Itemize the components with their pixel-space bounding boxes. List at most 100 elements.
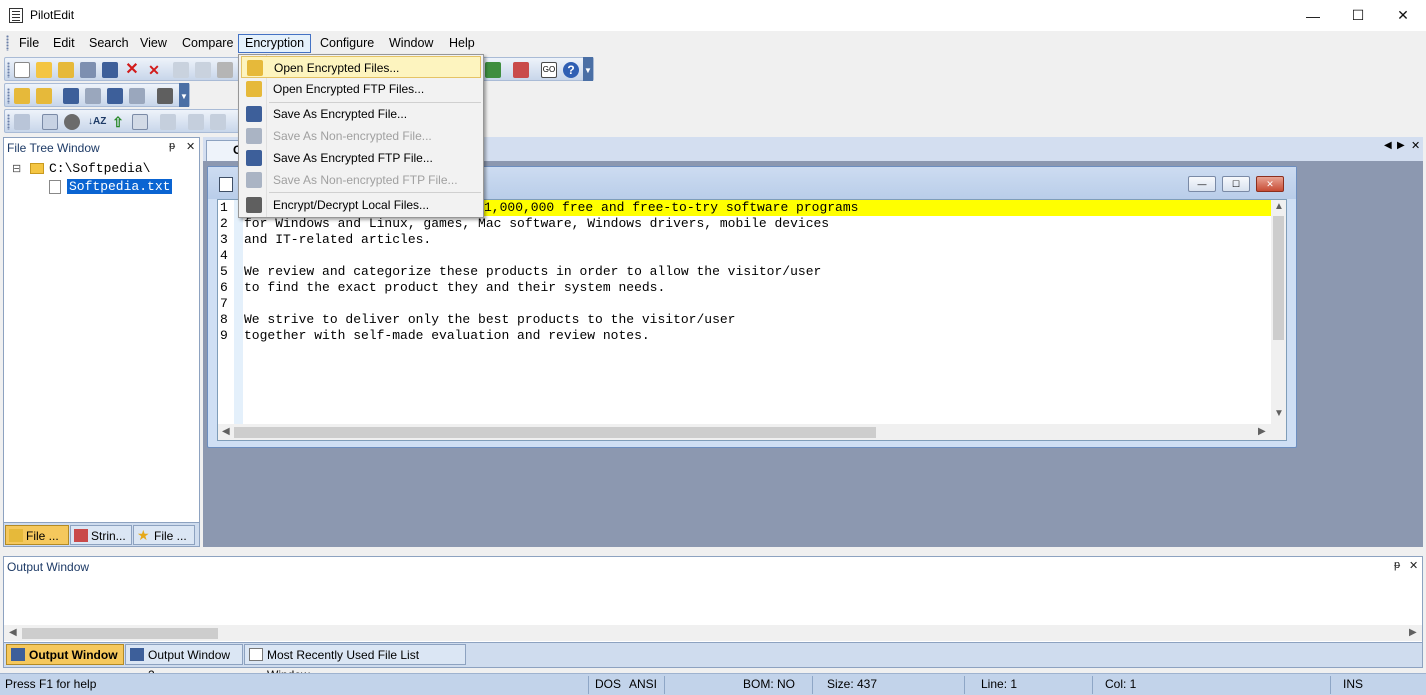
output-scroll-thumb[interactable]: [22, 628, 218, 639]
scroll-right-icon[interactable]: ▶: [1409, 627, 1417, 638]
scroll-up-icon[interactable]: ▲: [1274, 201, 1284, 212]
menu-open-encrypted-files[interactable]: Open Encrypted Files...: [241, 56, 481, 78]
code-line: We strive to deliver only the best produ…: [244, 312, 736, 327]
collapse-icon[interactable]: [210, 114, 226, 130]
redo-icon[interactable]: [195, 62, 211, 78]
panel-close-icon[interactable]: ✕: [1409, 559, 1418, 572]
toolbar-grip[interactable]: [7, 88, 10, 104]
new-window-icon[interactable]: [42, 114, 58, 130]
open-ftp-icon[interactable]: [58, 62, 74, 78]
toolbar-grip[interactable]: [7, 62, 10, 78]
tab-close-icon[interactable]: ✕: [1411, 139, 1420, 152]
open-folder-icon[interactable]: [36, 62, 52, 78]
panel-close-icon[interactable]: ✕: [186, 140, 195, 153]
save-icon[interactable]: [80, 62, 96, 78]
menu-encryption[interactable]: Encryption: [238, 34, 312, 53]
edit-toolbar: ↓AZ ⇧: [4, 109, 242, 133]
save-all-icon[interactable]: [102, 62, 118, 78]
save-encrypted-ftp-icon[interactable]: [107, 88, 123, 104]
minimize-button[interactable]: —: [1290, 0, 1336, 31]
column-mode-icon[interactable]: [132, 114, 148, 130]
zoom-icon[interactable]: [160, 114, 176, 130]
sort-az-icon[interactable]: ↓AZ: [88, 114, 106, 130]
tab-file-favorites[interactable]: ★ File ...: [133, 525, 195, 545]
status-separator: [964, 676, 965, 694]
undo-icon[interactable]: [173, 62, 189, 78]
pin-icon[interactable]: ᵽ: [1394, 559, 1400, 571]
scroll-down-icon[interactable]: ▼: [1274, 408, 1284, 419]
menu-help[interactable]: Help: [442, 34, 482, 53]
vertical-scroll-thumb[interactable]: [1273, 216, 1284, 340]
open-encrypted-ftp-icon[interactable]: [36, 88, 52, 104]
toolbar-overflow-icon[interactable]: ▼: [583, 57, 593, 81]
toolbar-overflow-icon[interactable]: ▼: [179, 83, 189, 107]
save-encrypted-icon[interactable]: [63, 88, 79, 104]
status-help-text: Press F1 for help: [5, 677, 97, 691]
toolbar-grip[interactable]: [7, 114, 10, 130]
menu-search[interactable]: Search: [82, 34, 136, 53]
status-line: Line: 1: [981, 677, 1018, 691]
menubar-grip[interactable]: [6, 35, 9, 51]
menu-compare[interactable]: Compare: [175, 34, 240, 53]
code-line: and IT-related articles.: [244, 232, 432, 247]
word-wrap-icon[interactable]: [14, 114, 30, 130]
mdi-minimize-button[interactable]: —: [1188, 176, 1216, 192]
menu-open-encrypted-ftp-files[interactable]: Open Encrypted FTP Files...: [241, 78, 481, 100]
settings-icon[interactable]: [64, 114, 80, 130]
menu-file[interactable]: File: [12, 34, 46, 53]
help-icon[interactable]: ?: [563, 62, 579, 78]
menu-save-as-encrypted-ftp-file-label: Save As Encrypted FTP File...: [273, 151, 433, 165]
menu-encrypt-decrypt-local-files[interactable]: Encrypt/Decrypt Local Files...: [241, 194, 481, 216]
pin-icon[interactable]: ᵽ: [169, 140, 175, 152]
tab-output-window-2[interactable]: Output Window 2: [125, 644, 243, 682]
encrypt-local-icon[interactable]: [157, 88, 173, 104]
menu-save-as-encrypted-ftp-file[interactable]: Save As Encrypted FTP File...: [241, 147, 481, 169]
goto-icon[interactable]: GO: [541, 62, 557, 78]
close-all-icon[interactable]: ✕: [146, 62, 162, 78]
menu-save-as-non-encrypted-ftp-file[interactable]: Save As Non-encrypted FTP File...: [241, 169, 481, 191]
expand-icon[interactable]: [188, 114, 204, 130]
cut-icon[interactable]: [217, 62, 233, 78]
menu-edit[interactable]: Edit: [46, 34, 82, 53]
tab-string[interactable]: Strin...: [70, 525, 132, 545]
save-non-encrypted-icon[interactable]: [85, 88, 101, 104]
tree-file-item[interactable]: Softpedia.txt: [67, 179, 173, 194]
tree-root-folder[interactable]: C:\Softpedia\: [49, 161, 150, 176]
new-file-icon[interactable]: [14, 62, 30, 78]
mdi-restore-button[interactable]: ☐: [1222, 176, 1250, 192]
maximize-button[interactable]: ☐: [1335, 0, 1381, 31]
scroll-left-icon[interactable]: ◀: [222, 426, 230, 437]
app-title: PilotEdit: [30, 8, 75, 22]
move-up-icon[interactable]: ⇧: [110, 114, 126, 130]
close-file-icon[interactable]: ✕: [124, 62, 140, 78]
line-number: 5: [220, 264, 228, 279]
output-panel: Output Window ᵽ ✕ ◀ ▶ Output Window Outp…: [3, 556, 1423, 682]
tab-mru-list[interactable]: Most Recently Used File List Window: [244, 644, 466, 682]
open-encrypted-icon[interactable]: [14, 88, 30, 104]
line-number: 6: [220, 280, 228, 295]
tab-output-window[interactable]: Output Window: [6, 644, 124, 665]
output-tabs: Output Window Output Window 2 Most Recen…: [4, 642, 1422, 682]
menu-window[interactable]: Window: [382, 34, 440, 53]
status-col: Col: 1: [1105, 677, 1137, 691]
mdi-close-button[interactable]: ✕: [1256, 176, 1284, 192]
menu-configure[interactable]: Configure: [313, 34, 381, 53]
tab-prev-icon[interactable]: ◀: [1384, 140, 1392, 151]
scroll-right-icon[interactable]: ▶: [1258, 426, 1266, 437]
file-tree-title: File Tree Window: [7, 141, 100, 155]
horizontal-scroll-thumb[interactable]: [234, 427, 876, 438]
tree-collapse-icon[interactable]: ⊟: [12, 162, 21, 175]
close-button[interactable]: ✕: [1380, 0, 1426, 31]
find-in-files-icon[interactable]: [485, 62, 501, 78]
text-editor[interactable]: 1 2 3 4 5 6 7 8 9 1,000,000 free and fre…: [217, 199, 1287, 441]
menu-view[interactable]: View: [133, 34, 174, 53]
save-non-encrypted-ftp-icon[interactable]: [129, 88, 145, 104]
menu-save-as-non-encrypted-file[interactable]: Save As Non-encrypted File...: [241, 125, 481, 147]
compare-icon[interactable]: [513, 62, 529, 78]
status-size: Size: 437: [827, 677, 878, 691]
scroll-left-icon[interactable]: ◀: [9, 627, 17, 638]
app-icon: [9, 8, 23, 23]
tab-next-icon[interactable]: ▶: [1397, 140, 1405, 151]
menu-save-as-encrypted-file[interactable]: Save As Encrypted File...: [241, 103, 481, 125]
tab-file-tree[interactable]: File ...: [5, 525, 69, 545]
